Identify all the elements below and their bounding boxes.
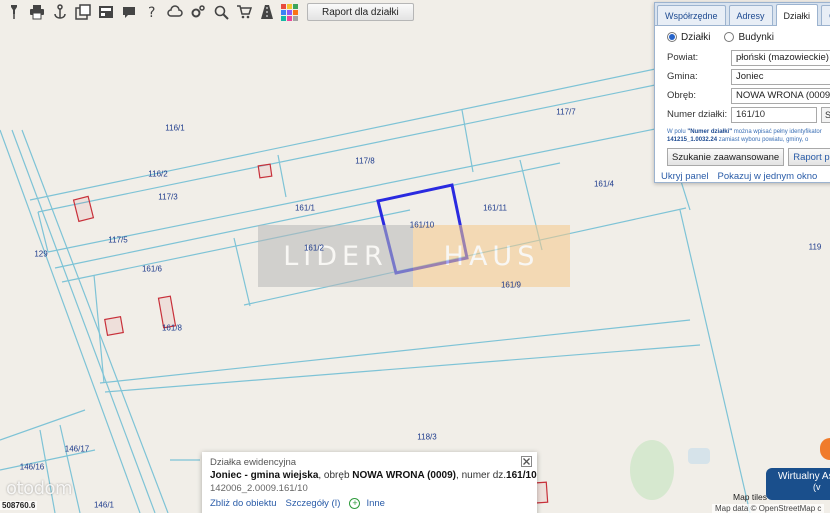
radio-dzialki-label: Działki (681, 31, 711, 43)
other-link[interactable]: Inne (366, 498, 385, 509)
raport-dla-dzialki-button[interactable]: Raport dla działki (307, 3, 414, 21)
export-icon[interactable] (71, 1, 94, 23)
parcel-label[interactable]: 117/5 (108, 236, 127, 245)
toolbar: ? Raport dla działki (0, 0, 660, 24)
obreb-row: Obręb: NOWA WRONA (0009) (655, 86, 830, 105)
powiat-row: Powiat: płoński (mazowieckie) (655, 48, 830, 67)
gmina-label: Gmina: (667, 71, 698, 82)
search-panel: Współrzędne Adresy Działki Obiekty Dział… (654, 2, 830, 183)
parcel-label[interactable]: 129 (34, 250, 47, 259)
parcel-label[interactable]: 116/1 (165, 124, 184, 133)
hide-panel-link[interactable]: Ukryj panel (661, 171, 709, 182)
search-type-radios: Działki Budynki (655, 26, 830, 48)
map-attribution[interactable]: Map data © OpenStreetMap c (712, 504, 825, 513)
tab-obiekty[interactable]: Obiekty (821, 5, 830, 25)
panel-links: Ukryj panel Pokazuj w jednym okno (655, 171, 830, 182)
popup-links: Zbliż do obiektu Szczegóły (I) + Inne (210, 498, 529, 509)
parcel-label[interactable]: 161/1 (295, 204, 315, 213)
road-icon[interactable] (255, 1, 278, 23)
add-icon[interactable]: + (349, 498, 361, 509)
parcel-label[interactable]: 117/8 (355, 157, 374, 166)
parcel-label[interactable]: 117/3 (158, 193, 177, 202)
zoom-icon[interactable] (209, 1, 232, 23)
parcel-info-popup: Działka ewidencyjna Joniec - gmina wiejs… (202, 452, 537, 513)
anchor-icon[interactable] (48, 1, 71, 23)
cloud-icon[interactable] (163, 1, 186, 23)
obreb-label: Obręb: (667, 90, 697, 101)
virtual-assistant-button[interactable]: Wirtualny As (v (766, 468, 830, 500)
powiat-select[interactable]: płoński (mazowieckie) (731, 49, 830, 66)
search-hint: W polu "Numer działki" można wpisać pełn… (667, 129, 822, 143)
close-icon[interactable] (521, 456, 532, 467)
help-icon[interactable]: ? (140, 1, 163, 23)
otodom-watermark: otodom (6, 478, 73, 499)
popup-parcel-description: Joniec - gmina wiejska, obręb NOWA WRONA… (210, 470, 537, 481)
search-submit-button[interactable]: S (821, 106, 830, 123)
parcel-label[interactable]: 118/3 (417, 433, 436, 442)
numer-dzialki-input[interactable]: 161/10 (731, 106, 817, 123)
parcel-label[interactable]: 119 (809, 243, 822, 252)
advanced-search-button[interactable]: Szukanie zaawansowane (667, 148, 785, 166)
tab-wspolrzedne[interactable]: Współrzędne (657, 5, 726, 25)
parcel-label[interactable]: 146/1 (94, 501, 114, 510)
numer-label: Numer działki: (667, 109, 728, 120)
parcel-label[interactable]: 117/7 (556, 108, 575, 117)
radio-dzialki[interactable] (667, 32, 677, 42)
gmina-select[interactable]: Joniec (731, 68, 830, 85)
numer-row: Numer działki: 161/10 S (655, 105, 830, 124)
tab-dzialki[interactable]: Działki (775, 4, 819, 26)
parcel-label[interactable]: 161/8 (162, 324, 182, 333)
popup-parcel-identifier: 142006_2.0009.161/10 (210, 483, 308, 494)
panel-buttons: Szukanie zaawansowane Raport pełny (655, 148, 830, 166)
parcel-label[interactable]: 146/17 (65, 445, 89, 454)
cart-icon[interactable] (232, 1, 255, 23)
tab-adresy[interactable]: Adresy (728, 5, 773, 25)
parcel-label[interactable]: 161/6 (142, 265, 162, 274)
single-window-link[interactable]: Pokazuj w jednym okno (718, 171, 818, 182)
layout-icon[interactable] (94, 1, 117, 23)
assistant-title: Wirtualny As (778, 471, 830, 482)
zoom-to-object-link[interactable]: Zbliż do obiektu (210, 498, 277, 509)
parcel-label[interactable]: 161/4 (594, 180, 614, 189)
popup-title: Działka ewidencyjna (210, 457, 297, 468)
svg-text:?: ? (148, 5, 155, 20)
parcel-label[interactable]: 161/11 (483, 204, 507, 213)
parcel-label[interactable]: 146/16 (20, 463, 44, 472)
full-report-button[interactable]: Raport pełny (788, 148, 830, 166)
powiat-label: Powiat: (667, 52, 699, 63)
details-link[interactable]: Szczegóły (I) (286, 498, 341, 509)
radio-budynki-label: Budynki (738, 31, 775, 43)
gmina-row: Gmina: Joniec (655, 67, 830, 86)
obreb-select[interactable]: NOWA WRONA (0009) (731, 87, 830, 104)
parcel-label[interactable]: 116/2 (148, 170, 167, 179)
radio-budynki[interactable] (724, 32, 735, 42)
pin-icon[interactable] (2, 1, 25, 23)
settings-icon[interactable] (186, 1, 209, 23)
coordinate-readout: 508760.6 (0, 501, 38, 510)
parcel-label[interactable]: 161/9 (501, 281, 521, 290)
print-icon[interactable] (25, 1, 48, 23)
parcel-label[interactable]: 161/2 (304, 244, 324, 253)
palette-icon[interactable] (278, 1, 301, 23)
parcel-label-selected[interactable]: 161/10 (410, 221, 434, 230)
assistant-sub: (v (813, 482, 821, 492)
panel-tabs: Współrzędne Adresy Działki Obiekty (655, 3, 830, 26)
comment-icon[interactable] (117, 1, 140, 23)
